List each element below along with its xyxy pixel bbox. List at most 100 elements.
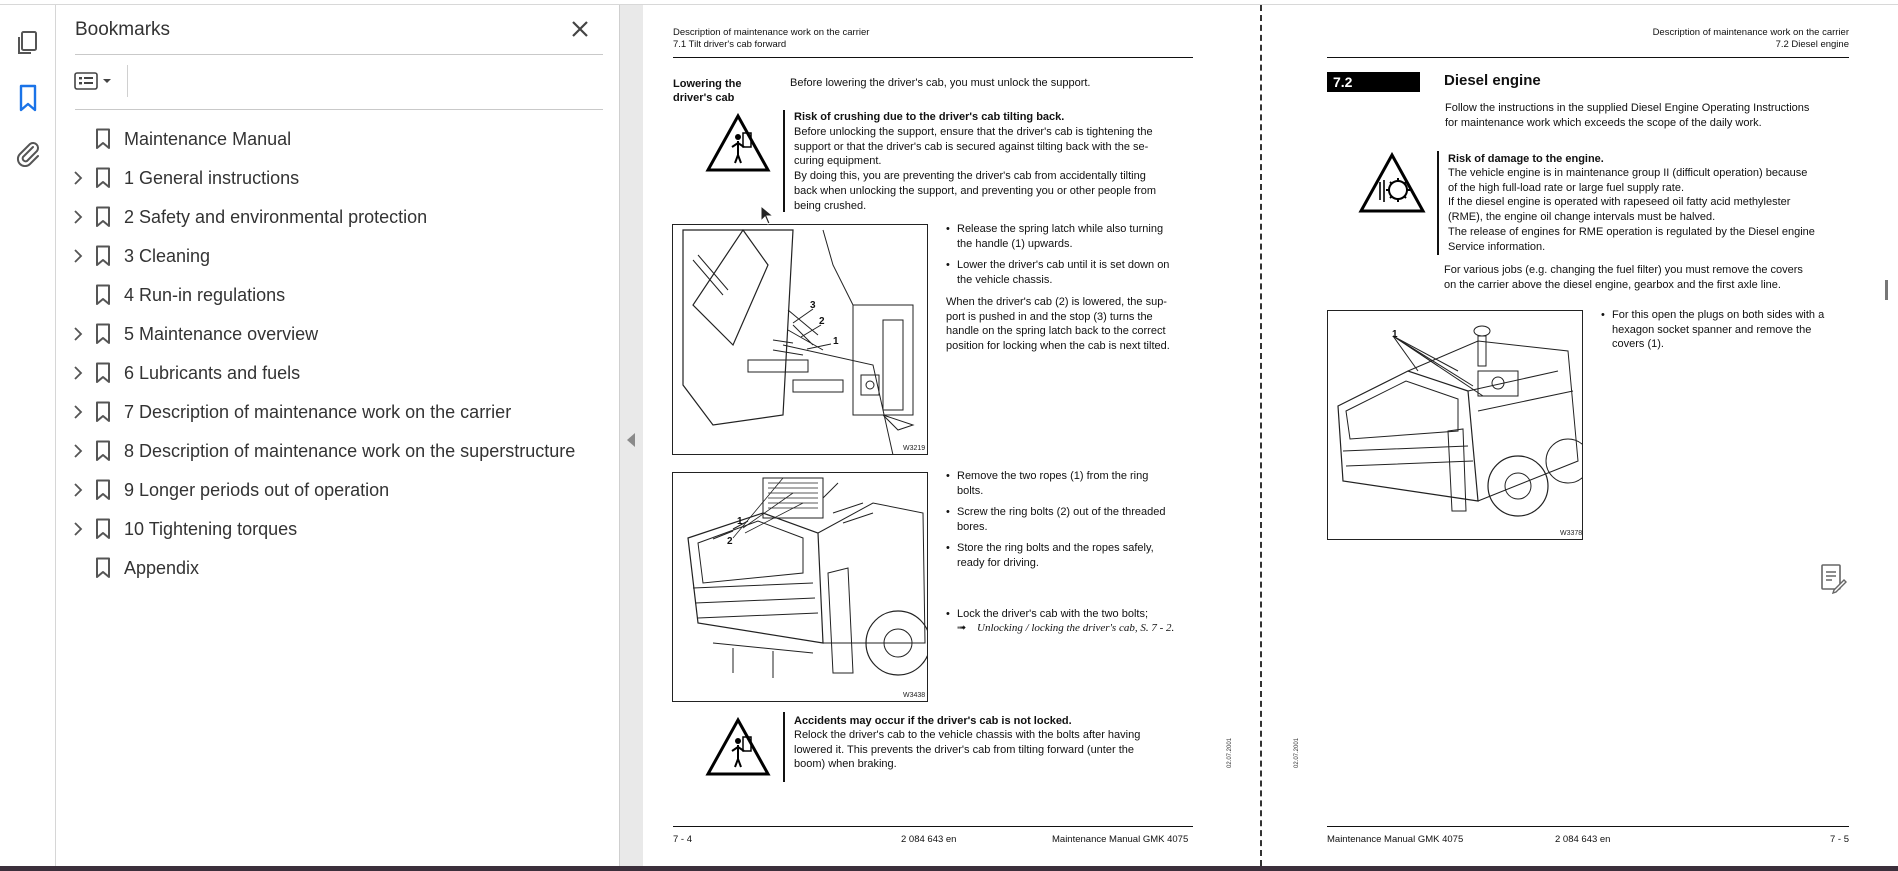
- figure-engine-covers: 1 W3378: [1327, 310, 1583, 540]
- bookmark-item[interactable]: 6 Lubricants and fuels: [56, 357, 620, 389]
- bookmark-icon[interactable]: [10, 80, 46, 116]
- bookmark-item[interactable]: 2 Safety and environmental protection: [56, 201, 620, 233]
- attachment-icon[interactable]: [10, 135, 46, 171]
- bookmark-label: 10 Tightening torques: [124, 519, 298, 539]
- bookmark-label: 2 Safety and environmental protection: [124, 207, 428, 227]
- text-line: Relock the driver's cab to the vehicle c…: [794, 729, 1141, 741]
- chevron-right-icon[interactable]: [68, 441, 88, 461]
- text-line: If the diesel engine is operated with ra…: [1448, 196, 1791, 209]
- side-heading: driver's cab: [673, 92, 735, 104]
- bookmark-icon: [94, 401, 112, 423]
- instruction-text: Release the spring latch while also turn…: [957, 223, 1164, 235]
- margin-date: 02.07.2001: [1294, 737, 1300, 768]
- bookmark-label: 1 General instructions: [124, 168, 300, 188]
- footer-title: Maintenance Manual GMK 4075: [1052, 834, 1189, 845]
- chevron-right-icon[interactable]: [68, 519, 88, 539]
- bookmark-icon: [94, 284, 112, 306]
- cross-reference-link[interactable]: Unlocking / locking the driver's cab, S.…: [977, 621, 1174, 635]
- page-header-section: 7.1 Tilt driver's cab forward: [673, 39, 787, 50]
- warning-title: Accidents may occur if the driver's cab …: [794, 715, 1072, 727]
- footer-doc-code: 2 084 643 en: [901, 834, 957, 845]
- intro-text: Before lowering the driver's cab, you mu…: [790, 77, 1091, 89]
- text-line: support or that the driver's cab is secu…: [794, 140, 1149, 153]
- text-line: The release of engines for RME operation…: [1448, 225, 1815, 238]
- bookmark-icon: [94, 323, 112, 345]
- text-line: on the carrier above the diesel engine, …: [1444, 278, 1781, 291]
- text-line: (RME), the engine oil change intervals m…: [1448, 211, 1716, 224]
- bottom-strip: [0, 866, 1898, 871]
- bookmark-item[interactable]: Appendix: [56, 552, 620, 584]
- bookmark-options-button[interactable]: [74, 67, 120, 95]
- figure-cab-ropes: 1 2 W3438: [672, 472, 928, 702]
- bookmark-item[interactable]: 1 General instructions: [56, 162, 620, 194]
- instruction-text: Lock the driver's cab with the two bolts…: [957, 608, 1149, 620]
- bookmark-item[interactable]: 10 Tightening torques: [56, 513, 620, 545]
- close-icon[interactable]: [566, 15, 594, 43]
- bullet-marker: •: [946, 223, 950, 235]
- bookmark-item[interactable]: 3 Cleaning: [56, 240, 620, 272]
- bookmark-item[interactable]: 4 Run-in regulations: [56, 279, 620, 311]
- page-separator: [1260, 5, 1262, 866]
- vertical-scrollbar-thumb[interactable]: [1885, 280, 1888, 300]
- margin-date: 02.07.2001: [1227, 737, 1233, 768]
- divider: [75, 109, 603, 110]
- figure-cab-latch: 3 2 1 W3219: [672, 224, 928, 455]
- bookmark-icon: [94, 440, 112, 462]
- figure-code: W3219: [903, 445, 926, 452]
- text-line: hexagon socket spanner and remove the: [1612, 323, 1812, 336]
- bookmark-label: 6 Lubricants and fuels: [124, 363, 301, 383]
- warning-title: Risk of damage to the engine.: [1448, 153, 1604, 165]
- header-rule: [673, 57, 1193, 58]
- chevron-right-icon[interactable]: [68, 480, 88, 500]
- bookmark-item[interactable]: 5 Maintenance overview: [56, 318, 620, 350]
- text-line: position for locking when the cab is nex…: [946, 339, 1170, 352]
- figure-code: W3438: [903, 692, 926, 699]
- footer-rule: [673, 826, 1193, 827]
- figure-code: W3378: [1560, 530, 1583, 537]
- bullet-marker: •: [946, 506, 950, 518]
- text-line: By doing this, you are preventing the dr…: [794, 170, 1146, 183]
- chevron-right-icon[interactable]: [68, 363, 88, 383]
- bookmarks-panel: Bookmarks Maintenance Manual 1 General in…: [56, 5, 620, 866]
- figure-callout: 3: [810, 300, 816, 311]
- footer-page-number: 7 - 5: [1829, 834, 1849, 845]
- edit-pdf-icon[interactable]: [1818, 562, 1848, 595]
- panel-title: Bookmarks: [75, 19, 171, 40]
- panel-collapse-handle[interactable]: [620, 5, 643, 866]
- pdf-viewer: Bookmarks Maintenance Manual 1 General in…: [0, 0, 1898, 871]
- text-line: covers (1).: [1612, 338, 1664, 350]
- side-heading: Lowering the: [673, 78, 742, 90]
- bookmark-label: 4 Run-in regulations: [124, 285, 286, 305]
- bookmark-icon: [94, 167, 112, 189]
- bullet-marker: •: [946, 259, 950, 271]
- chevron-right-icon[interactable]: [68, 168, 88, 188]
- text-line: port is pushed in and the stop (3) turns…: [946, 310, 1153, 323]
- bookmark-item[interactable]: 8 Description of maintenance work on the…: [56, 435, 620, 467]
- bookmark-label: 7 Description of maintenance work on the…: [124, 402, 512, 422]
- bookmark-label: 9 Longer periods out of operation: [124, 480, 390, 500]
- bookmark-item[interactable]: 9 Longer periods out of operation: [56, 474, 620, 506]
- instruction-text: Lower the driver's cab until it is set d…: [957, 259, 1170, 271]
- side-rail: [0, 5, 56, 866]
- section-number: 7.2: [1327, 72, 1420, 92]
- figure-callout: 1: [737, 516, 743, 527]
- engine-damage-warning-icon: [1358, 151, 1426, 219]
- bookmark-item[interactable]: 7 Description of maintenance work on the…: [56, 396, 620, 428]
- text-line: The vehicle engine is in maintenance gro…: [1448, 167, 1808, 179]
- instruction-text: bolts.: [957, 484, 984, 497]
- warning-title: Risk of crushing due to the driver's cab…: [794, 111, 1065, 123]
- text-line: back when unlocking the support, and pre…: [794, 184, 1157, 197]
- chevron-right-icon[interactable]: [68, 402, 88, 422]
- bookmark-item[interactable]: Maintenance Manual: [56, 123, 620, 155]
- bookmark-icon: [94, 245, 112, 267]
- chevron-right-icon[interactable]: [68, 207, 88, 227]
- warning-bar: [783, 712, 785, 782]
- text-line: handle on the spring latch back to the c…: [946, 325, 1166, 337]
- chevron-down-icon: [103, 79, 111, 83]
- list-options-icon: [74, 72, 98, 90]
- chevron-right-icon[interactable]: [68, 246, 88, 266]
- pages-icon[interactable]: [10, 25, 46, 61]
- chevron-right-icon[interactable]: [68, 324, 88, 344]
- text-line: For this open the plugs on both sides wi…: [1612, 309, 1825, 321]
- footer-page-number: 7 - 4: [673, 834, 693, 845]
